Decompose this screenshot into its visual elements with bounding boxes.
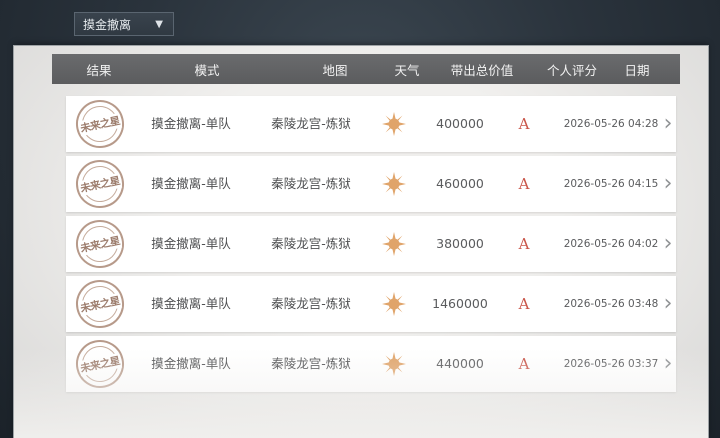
sun-icon (378, 96, 408, 152)
row-rating: A (518, 355, 530, 373)
row-mode: 摸金撤离-单队 (151, 116, 231, 131)
chevron-right-icon[interactable]: › (658, 216, 678, 272)
table-row[interactable]: 未来之星 摸金撤离-单队 秦陵龙宫-炼狱 380000 A 2026-05-26… (66, 215, 678, 273)
result-stamp: 未来之星 (71, 335, 129, 393)
row-map: 秦陵龙宫-炼狱 (271, 116, 351, 131)
result-stamp: 未来之星 (71, 275, 129, 333)
sun-icon (378, 336, 408, 392)
row-value: 380000 (436, 236, 484, 251)
result-stamp-text: 未来之星 (77, 352, 123, 376)
row-map: 秦陵龙宫-炼狱 (271, 236, 351, 251)
row-mode: 摸金撤离-单队 (151, 296, 231, 311)
header-mode: 模式 (194, 62, 220, 78)
table-row[interactable]: 未来之星 摸金撤离-单队 秦陵龙宫-炼狱 1460000 A 2026-05-2… (66, 275, 678, 333)
table-header: 结果 模式 地图 天气 带出总价值 个人评分 日期 (52, 54, 680, 84)
mode-dropdown[interactable]: 摸金撤离 ▼ (74, 12, 174, 36)
chevron-right-icon[interactable]: › (658, 276, 678, 332)
row-value: 400000 (436, 116, 484, 131)
row-map: 秦陵龙宫-炼狱 (271, 356, 351, 371)
header-weather: 天气 (394, 62, 420, 78)
result-stamp-text: 未来之星 (77, 172, 123, 196)
chevron-right-icon[interactable]: › (658, 336, 678, 392)
result-stamp-text: 未来之星 (77, 292, 123, 316)
header-result: 结果 (86, 62, 112, 78)
row-mode: 摸金撤离-单队 (151, 356, 231, 371)
row-map: 秦陵龙宫-炼狱 (271, 296, 351, 311)
result-stamp-text: 未来之星 (77, 232, 123, 256)
row-date: 2026-05-26 04:15 (563, 178, 659, 190)
row-mode: 摸金撤离-单队 (151, 236, 231, 251)
mode-dropdown-label: 摸金撤离 (83, 17, 132, 32)
table-row[interactable]: 未来之星 摸金撤离-单队 秦陵龙宫-炼狱 440000 A 2026-05-26… (66, 335, 678, 393)
row-rating: A (518, 175, 530, 193)
row-mode: 摸金撤离-单队 (151, 176, 231, 191)
sun-icon (378, 216, 408, 272)
header-date: 日期 (624, 62, 650, 78)
row-value: 440000 (436, 356, 484, 371)
row-date: 2026-05-26 04:02 (563, 238, 659, 250)
sun-icon (378, 156, 408, 212)
row-date: 2026-05-26 04:28 (563, 118, 659, 130)
row-date: 2026-05-26 03:48 (563, 298, 659, 310)
result-stamp: 未来之星 (71, 155, 129, 213)
sun-icon (378, 276, 408, 332)
result-stamp: 未来之星 (71, 95, 129, 153)
header-value: 带出总价值 (450, 62, 514, 78)
header-map: 地图 (322, 62, 348, 78)
table-row[interactable]: 未来之星 摸金撤离-单队 秦陵龙宫-炼狱 400000 A 2026-05-26… (66, 95, 678, 153)
row-rating: A (518, 295, 530, 313)
chevron-right-icon[interactable]: › (658, 96, 678, 152)
row-map: 秦陵龙宫-炼狱 (271, 176, 351, 191)
table-row[interactable]: 未来之星 摸金撤离-单队 秦陵龙宫-炼狱 460000 A 2026-05-26… (66, 155, 678, 213)
row-rating: A (518, 235, 530, 253)
row-rating: A (518, 115, 530, 133)
row-date: 2026-05-26 03:37 (563, 358, 659, 370)
result-stamp: 未来之星 (71, 215, 129, 273)
chevron-right-icon[interactable]: › (658, 156, 678, 212)
match-history-panel: 结果 模式 地图 天气 带出总价值 个人评分 日期 未来之星 摸金撤离-单队 秦… (14, 46, 708, 438)
row-value: 460000 (436, 176, 484, 191)
result-stamp-text: 未来之星 (77, 112, 123, 136)
chevron-down-icon: ▼ (155, 18, 163, 30)
row-value: 1460000 (432, 296, 488, 311)
